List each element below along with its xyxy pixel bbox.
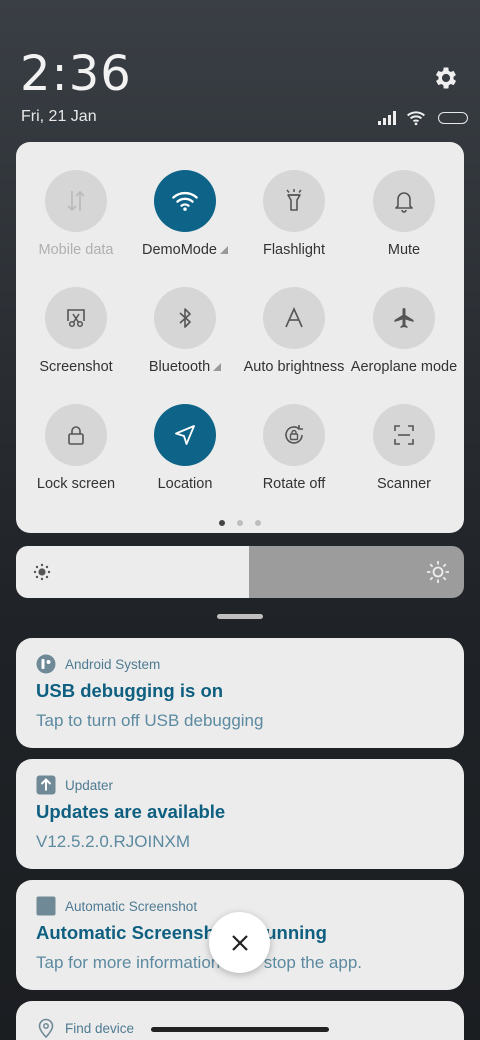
tile-auto-brightness[interactable]: Auto brightness — [239, 287, 349, 397]
home-indicator[interactable] — [151, 1027, 329, 1032]
tile-label-text: Scanner — [376, 476, 431, 492]
tile-label-text: Rotate off — [262, 476, 326, 492]
brightness-slider[interactable] — [16, 546, 464, 598]
tile-label: Scanner — [349, 476, 459, 492]
notification-header: Updater — [36, 775, 113, 795]
notification-card[interactable]: Find device — [16, 1001, 464, 1040]
tile-label-text: Flashlight — [262, 242, 326, 258]
notification-body: Tap to turn off USB debugging — [36, 711, 264, 730]
clock[interactable]: 2:36 — [20, 46, 132, 102]
tile-label: Mobile data — [21, 242, 131, 258]
battery-icon — [438, 112, 468, 124]
tile-label: Mute — [349, 242, 459, 258]
close-icon — [231, 934, 248, 951]
tile-label-text: Location — [157, 476, 213, 492]
notification-body: V12.5.2.0.RJOINXM — [36, 832, 191, 851]
tile-label-text: Lock screen — [36, 476, 116, 492]
expand-indicator-icon — [213, 363, 222, 371]
wifi-icon[interactable] — [154, 170, 216, 232]
tile-label-text: Screenshot — [39, 359, 113, 375]
status-area: 2:36 Fri, 21 Jan — [0, 0, 480, 140]
tile-bluetooth[interactable]: Bluetooth — [130, 287, 240, 397]
tile-label: Lock screen — [21, 476, 131, 492]
tile-label: Location — [130, 476, 240, 492]
flashlight-icon[interactable] — [263, 170, 325, 232]
notification-title: USB debugging is on — [36, 680, 224, 701]
app-square-icon — [36, 896, 56, 916]
bell-icon[interactable] — [373, 170, 435, 232]
notification-app-name: Android System — [65, 656, 161, 672]
tile-label: Aeroplane mode — [349, 359, 459, 375]
brightness-low-icon — [33, 563, 51, 581]
rotate-lock-icon[interactable] — [263, 404, 325, 466]
tile-screenshot[interactable]: Screenshot — [21, 287, 131, 397]
wifi-status-icon — [407, 111, 425, 126]
tile-label: Bluetooth — [130, 359, 240, 375]
lock-icon[interactable] — [45, 404, 107, 466]
quick-settings-panel: Mobile data DemoMode Flashlight Mute Screens… — [16, 142, 464, 533]
tile-label: Rotate off — [239, 476, 349, 492]
system-icons — [378, 108, 468, 128]
notification-app-name: Automatic Screenshot — [65, 898, 198, 914]
tile-label-text: Mute — [387, 242, 421, 258]
tile-rotate-off[interactable]: Rotate off — [239, 404, 349, 514]
location-pin-icon — [36, 1017, 56, 1039]
tile-flashlight[interactable]: Flashlight — [239, 170, 349, 280]
tile-mute[interactable]: Mute — [349, 170, 459, 280]
tile-label-text: Aeroplane mode — [350, 359, 458, 375]
tile-label: Flashlight — [239, 242, 349, 258]
tile-label-text: Mobile data — [38, 242, 114, 258]
mobile-data-icon[interactable] — [45, 170, 107, 232]
android-system-icon — [36, 654, 56, 674]
tile-label-text: Bluetooth — [148, 359, 211, 375]
notification-title: Updates are available — [36, 801, 226, 822]
page-dot — [255, 520, 261, 526]
date[interactable]: Fri, 21 Jan — [21, 108, 97, 126]
clear-notifications-button[interactable] — [209, 912, 270, 973]
airplane-icon[interactable] — [373, 287, 435, 349]
tile-label-text: Auto brightness — [243, 359, 345, 375]
tile-mobile-data[interactable]: Mobile data — [21, 170, 131, 280]
tile-location[interactable]: Location — [130, 404, 240, 514]
scanner-icon[interactable] — [373, 404, 435, 466]
tile-demomode[interactable]: DemoMode — [130, 170, 240, 280]
notification-card[interactable]: Updater Updates are available V12.5.2.0.RJ… — [16, 759, 464, 869]
updater-icon — [36, 775, 56, 795]
notification-header: Automatic Screenshot — [36, 896, 197, 916]
page-indicator — [16, 520, 464, 526]
expand-indicator-icon — [219, 246, 228, 254]
tile-label: DemoMode — [130, 242, 240, 258]
tile-aeroplane-mode[interactable]: Aeroplane mode — [349, 287, 459, 397]
page-dot — [237, 520, 243, 526]
panel-drag-handle[interactable] — [217, 614, 263, 619]
tile-scanner[interactable]: Scanner — [349, 404, 459, 514]
bluetooth-icon[interactable] — [154, 287, 216, 349]
notification-header: Find device — [36, 1017, 134, 1039]
notification-app-name: Find device — [65, 1020, 135, 1036]
notification-body: Tap for more information or to stop the … — [36, 953, 363, 972]
tile-lock-screen[interactable]: Lock screen — [21, 404, 131, 514]
tile-label: Auto brightness — [239, 359, 349, 375]
brightness-high-icon — [427, 561, 449, 583]
auto-brightness-icon[interactable] — [263, 287, 325, 349]
notification-app-name: Updater — [65, 777, 114, 793]
notification-header: Android System — [36, 654, 160, 674]
tile-label: Screenshot — [21, 359, 131, 375]
notification-title: Automatic Screenshot is running — [36, 922, 327, 943]
screenshot-icon[interactable] — [45, 287, 107, 349]
notification-card[interactable]: Android System USB debugging is on Tap to … — [16, 638, 464, 748]
location-icon[interactable] — [154, 404, 216, 466]
gear-icon[interactable] — [432, 64, 460, 92]
tile-label-text: DemoMode — [142, 242, 217, 258]
page-dot — [219, 520, 225, 526]
signal-icon — [378, 111, 396, 125]
